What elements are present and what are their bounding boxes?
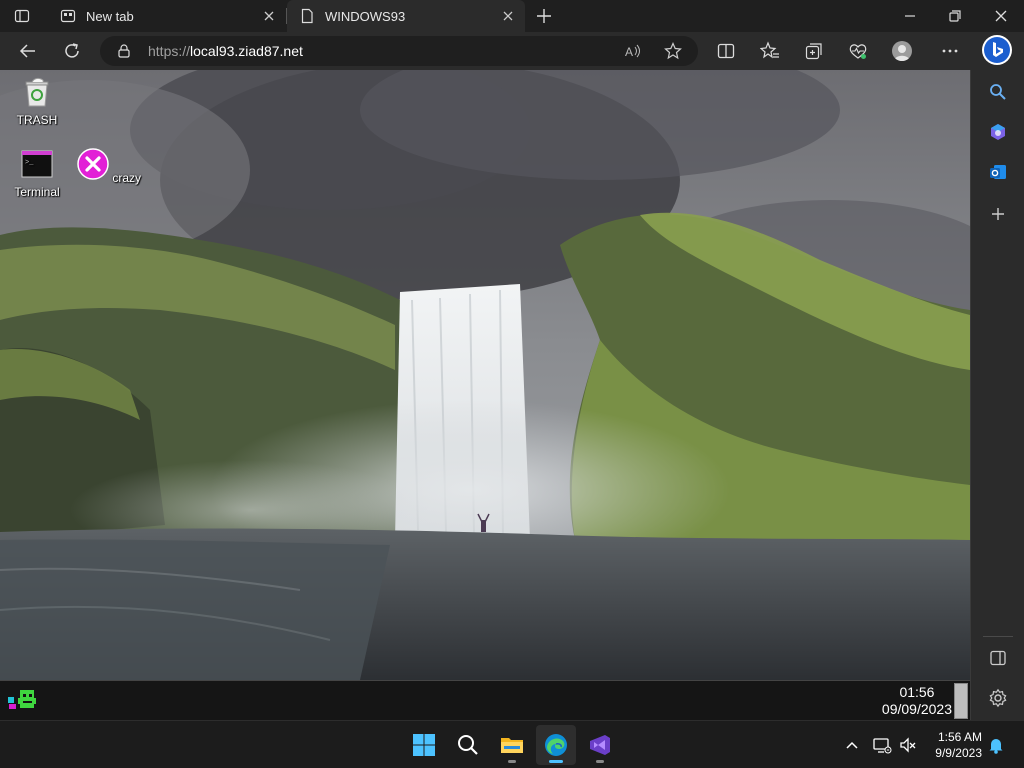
tab-new-tab[interactable]: New tab (48, 0, 286, 32)
trash-icon (25, 77, 49, 107)
address-bar[interactable]: https://local93.ziad87.net A (100, 36, 698, 66)
windows93-taskbar: 01:56 09/09/2023 (0, 680, 970, 720)
active-indicator (549, 760, 563, 763)
desktop-icon-label: TRASH (16, 113, 58, 127)
url-scheme: https:// (148, 43, 191, 59)
notification-bell-icon[interactable] (986, 735, 1006, 755)
browser-toolbar: https://local93.ziad87.net A (0, 32, 1024, 70)
profile-avatar[interactable] (892, 41, 912, 61)
desktop-icon-label: crazy (112, 171, 141, 185)
show-hidden-icons-chevron-icon[interactable] (842, 735, 862, 755)
sidebar-divider (983, 636, 1013, 637)
sidebar-settings-gear-icon[interactable] (988, 688, 1008, 708)
file-explorer-button[interactable] (492, 725, 532, 765)
bing-icon (984, 37, 1010, 63)
windows93-clock[interactable]: 01:56 09/09/2023 (882, 684, 952, 718)
terminal-icon: >_ (21, 150, 53, 178)
copilot-icon[interactable] (988, 122, 1008, 142)
network-icon[interactable] (872, 735, 892, 755)
new-tab-plus-icon[interactable] (534, 6, 554, 26)
edge-sidebar (970, 70, 1024, 720)
svg-text:>_: >_ (25, 159, 34, 167)
desktop-icon-crazy[interactable]: crazy (73, 148, 145, 185)
tab-actions-icon[interactable] (14, 8, 30, 24)
visual-studio-button[interactable] (580, 725, 620, 765)
close-window-icon[interactable] (993, 8, 1009, 24)
more-menu-icon[interactable] (940, 41, 960, 61)
waterfall-wallpaper (0, 70, 970, 680)
system-time: 1:56 AM (937, 730, 982, 744)
tab-title: New tab (86, 8, 134, 24)
running-indicator (508, 760, 516, 763)
url-text[interactable]: https://local93.ziad87.net (148, 43, 303, 59)
bing-copilot-button[interactable] (982, 35, 1012, 65)
lock-icon[interactable] (116, 43, 132, 59)
windows93-date: 09/09/2023 (881, 701, 952, 717)
taskbar-search-button[interactable] (448, 725, 488, 765)
url-host: local93.ziad87.net (190, 43, 303, 59)
web-content: TRASH >_ Terminal crazy 01:56 09/09/2023 (0, 70, 970, 720)
favorite-star-icon[interactable] (664, 42, 682, 60)
sidebar-search-icon[interactable] (988, 82, 1008, 102)
system-clock[interactable]: 1:56 AM 9/9/2023 (926, 729, 982, 761)
tab-windows93[interactable]: WINDOWS93 (287, 0, 525, 32)
close-tab-icon[interactable] (501, 9, 515, 23)
minimize-icon[interactable] (902, 8, 918, 24)
windows-taskbar: 1:56 AM 9/9/2023 (0, 720, 1024, 768)
windows93-scrollbar[interactable] (954, 683, 968, 719)
windows93-start-icon[interactable] (6, 687, 38, 711)
browser-essentials-icon[interactable] (848, 41, 868, 61)
new-tab-page-icon (60, 9, 76, 23)
start-icon (413, 734, 435, 756)
favorites-icon[interactable] (760, 41, 780, 61)
add-sidebar-app-icon[interactable] (988, 204, 1008, 224)
page-icon (301, 8, 313, 24)
running-indicator (596, 760, 604, 763)
desktop-icon-trash[interactable]: TRASH (1, 76, 73, 127)
svg-text:A: A (625, 45, 633, 59)
hide-sidebar-icon[interactable] (988, 648, 1008, 668)
close-tab-icon[interactable] (262, 9, 276, 23)
system-date: 9/9/2023 (935, 746, 982, 760)
browser-tab-strip: New tab WINDOWS93 (0, 0, 1024, 32)
restore-icon[interactable] (947, 8, 963, 24)
volume-muted-icon[interactable] (898, 735, 918, 755)
file-explorer-icon (501, 738, 523, 753)
refresh-icon[interactable] (62, 41, 82, 61)
desktop-icon-terminal[interactable]: >_ Terminal (1, 148, 73, 199)
visual-studio-icon (590, 735, 610, 755)
collections-icon[interactable] (804, 41, 824, 61)
outlook-icon[interactable] (988, 162, 1008, 182)
windows93-time: 01:56 (899, 684, 935, 700)
desktop-icon-label: Terminal (14, 185, 60, 199)
back-arrow-icon[interactable] (18, 41, 38, 61)
user-icon (894, 45, 910, 61)
search-icon (458, 735, 478, 755)
edge-icon (545, 734, 567, 756)
read-aloud-icon[interactable]: A (624, 42, 642, 60)
crazy-x-icon (77, 148, 109, 180)
split-screen-icon[interactable] (716, 41, 736, 61)
edge-taskbar-button[interactable] (536, 725, 576, 765)
tab-title: WINDOWS93 (325, 8, 406, 24)
start-button[interactable] (404, 725, 444, 765)
